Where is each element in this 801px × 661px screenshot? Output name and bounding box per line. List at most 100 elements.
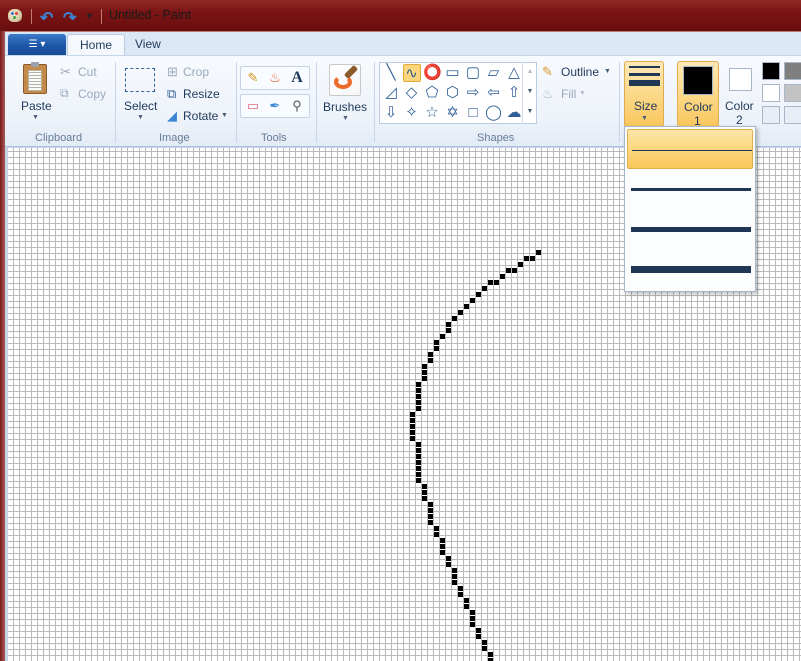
size-option[interactable] [627, 249, 753, 289]
window-title: Untitled - Paint [109, 8, 191, 22]
stroke-pixel [488, 652, 493, 657]
color1-button[interactable]: Color 1 [677, 61, 719, 128]
scroll-up-icon[interactable]: ▲ [523, 62, 537, 82]
size-button[interactable]: Size ▼ [624, 61, 664, 127]
size-option[interactable] [627, 209, 753, 249]
six-point-star-shape-icon[interactable]: ✡ [444, 104, 462, 122]
size-label: Size [634, 99, 658, 113]
stroke-pixel [410, 436, 415, 441]
color1-label: Color [684, 100, 713, 114]
pencil-icon[interactable]: ✎ [243, 68, 263, 88]
cloud-callout-shape-icon[interactable]: ☁ [505, 104, 523, 122]
stroke-pixel [428, 358, 433, 363]
stroke-pixel [482, 646, 487, 651]
resize-button[interactable]: Resize [183, 87, 220, 101]
undo-icon[interactable]: ↶ [40, 8, 53, 28]
size-line-sample [631, 227, 751, 232]
eraser-icon[interactable]: ▭ [243, 96, 263, 116]
select-button[interactable]: Select ▼ [121, 64, 161, 121]
stroke-pixel [476, 292, 481, 297]
left-arrow-shape-icon[interactable]: ⇦ [485, 84, 503, 102]
size-option[interactable] [627, 129, 753, 169]
redo-icon[interactable]: ↷ [63, 8, 76, 28]
size-line-sample [631, 188, 751, 191]
scissors-icon: ✂ [60, 64, 71, 79]
stroke-pixel [428, 508, 433, 513]
hexagon-shape-icon[interactable]: ⬡ [444, 84, 462, 102]
outline-pencil-icon: ✎ [542, 64, 553, 79]
stroke-pixel [494, 280, 499, 285]
fill-bucket-icon[interactable]: ♨ [265, 68, 285, 88]
size-option[interactable] [627, 169, 753, 209]
tab-view[interactable]: View [123, 34, 173, 56]
paste-label: Paste [21, 99, 52, 113]
outline-button[interactable]: Outline [561, 65, 599, 79]
polygon-shape-icon[interactable]: ▱ [485, 64, 503, 82]
paste-button[interactable]: Paste ▼ [19, 62, 53, 121]
palette-swatch[interactable] [784, 84, 801, 102]
gallery-scrollbar[interactable]: ▲ ▼ ▼ [522, 62, 537, 124]
stroke-pixel [422, 364, 427, 369]
stroke-pixel [440, 550, 445, 555]
text-tool-icon[interactable]: A [287, 68, 307, 88]
crop-button[interactable]: Crop [183, 65, 209, 79]
oval-shape-icon[interactable]: ⭕ [423, 64, 442, 82]
gallery-expand-icon[interactable]: ▼ [523, 102, 537, 122]
stroke-pixel [422, 490, 427, 495]
stroke-pixel [416, 388, 421, 393]
stroke-pixel [452, 580, 457, 585]
stroke-pixel [410, 412, 415, 417]
up-arrow-shape-icon[interactable]: ⇧ [505, 84, 523, 102]
rounded-rectangle-shape-icon[interactable]: ▢ [464, 64, 482, 82]
line-shape-icon[interactable]: ╲ [382, 64, 400, 82]
rectangle-shape-icon[interactable]: ▭ [444, 64, 462, 82]
chevron-down-icon: ▼ [221, 112, 228, 119]
fill-button[interactable]: Fill [561, 87, 576, 101]
scroll-down-icon[interactable]: ▼ [523, 82, 537, 102]
palette-swatch[interactable] [784, 106, 801, 124]
magnifier-icon[interactable]: ⚲ [287, 96, 307, 116]
tab-home[interactable]: Home [67, 34, 126, 56]
paint-menu-button[interactable]: ☰ ▾ [8, 34, 66, 56]
oval-callout-shape-icon[interactable]: ◯ [485, 104, 503, 122]
stroke-pixel [452, 574, 457, 579]
palette-swatch[interactable] [762, 106, 780, 124]
right-triangle-shape-icon[interactable]: ◿ [382, 84, 400, 102]
copy-button[interactable]: Copy [78, 87, 106, 101]
copy-icon: ⧉ [60, 86, 69, 100]
palette-swatch[interactable] [762, 84, 780, 102]
cut-button[interactable]: Cut [78, 65, 97, 79]
title-bar: ↶ ↷ ▼ Untitled - Paint [0, 0, 801, 31]
triangle-shape-icon[interactable]: △ [505, 64, 523, 82]
customize-qat-chevron-down-icon[interactable]: ▼ [85, 11, 94, 21]
stroke-pixel [536, 250, 541, 255]
divider [31, 9, 32, 24]
color-picker-icon[interactable]: ✒ [265, 96, 285, 116]
pentagon-shape-icon[interactable]: ⬠ [423, 84, 441, 102]
ribbon-tabs: ☰ ▾ Home View [5, 31, 801, 56]
stroke-pixel [434, 532, 439, 537]
paint-app-icon[interactable] [8, 9, 22, 22]
right-arrow-shape-icon[interactable]: ⇨ [464, 84, 482, 102]
down-arrow-shape-icon[interactable]: ⇩ [382, 104, 400, 122]
stroke-pixel [416, 400, 421, 405]
brushes-button[interactable]: Brushes ▼ [321, 62, 371, 122]
stroke-pixel [428, 352, 433, 357]
stroke-pixel [518, 262, 523, 267]
rounded-callout-shape-icon[interactable]: □ [464, 104, 482, 122]
stroke-pixel [446, 328, 451, 333]
rotate-button[interactable]: Rotate [183, 109, 218, 123]
palette-swatch[interactable] [784, 62, 801, 80]
crop-icon: ⊞ [167, 64, 178, 79]
four-point-star-shape-icon[interactable]: ✧ [403, 104, 421, 122]
five-point-star-shape-icon[interactable]: ☆ [423, 104, 441, 122]
palette-swatch[interactable] [762, 62, 780, 80]
clipboard-icon [23, 62, 47, 94]
color2-button[interactable]: Color 2 [721, 61, 763, 127]
stroke-pixel [416, 442, 421, 447]
stroke-pixel [422, 484, 427, 489]
group-divider [619, 62, 620, 142]
stroke-pixel [446, 556, 451, 561]
diamond-shape-icon[interactable]: ◇ [403, 84, 421, 102]
curve-shape-icon[interactable]: ∿ [402, 64, 421, 82]
